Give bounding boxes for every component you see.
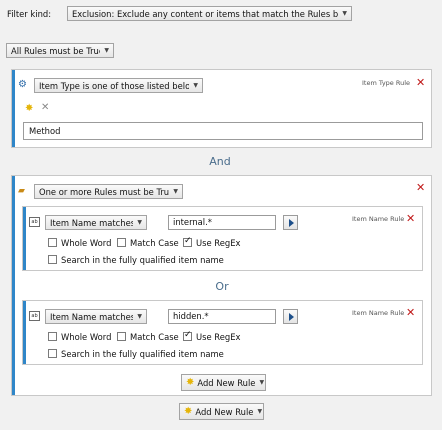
group-folder-icon: ▰ <box>18 186 25 196</box>
whole-word-label: Whole Word <box>61 238 112 248</box>
play-arrow-icon[interactable] <box>283 309 298 324</box>
remove-item-icon[interactable]: ✕ <box>41 102 49 113</box>
play-arrow-icon[interactable] <box>283 215 298 230</box>
sun-add-icon: ✸ <box>186 377 195 388</box>
delete-group-icon[interactable]: ✕ <box>416 182 425 193</box>
chevron-down-icon: ▼ <box>104 47 109 54</box>
rule-type-label: Item Name Rule <box>352 215 405 223</box>
pattern-input[interactable]: internal.* <box>168 215 276 230</box>
group-accent-bar <box>12 176 15 395</box>
fully-qualified-checkbox[interactable] <box>48 349 57 358</box>
filter-kind-label: Filter kind: <box>7 9 52 19</box>
item-type-selector-value: Item Type is one of those listed below <box>39 80 190 91</box>
match-case-label: Match Case <box>130 332 179 342</box>
pattern-value: internal.* <box>173 217 212 227</box>
chevron-down-icon: ▼ <box>193 82 198 89</box>
chevron-down-icon: ▼ <box>137 219 142 226</box>
item-type-list[interactable]: Method <box>23 122 423 140</box>
item-type-selector[interactable]: Item Type is one of those listed below ▼ <box>34 78 203 93</box>
add-rule-button[interactable]: ✸ Add New Rule ▼ <box>179 403 264 420</box>
rule-type-label: Item Type Rule <box>362 79 411 87</box>
item-type-entry[interactable]: Method <box>29 126 60 136</box>
whole-word-checkbox[interactable] <box>48 332 57 341</box>
add-item-icon[interactable]: ✸ <box>25 103 33 114</box>
use-regex-label: Use RegEx <box>196 238 241 248</box>
add-rule-label: Add New Rule <box>197 377 256 388</box>
item-name-rule-panel: ab Item Name matches: ▼ hidden.* Item Na… <box>22 300 423 365</box>
group-combinator-dropdown[interactable]: One or more Rules must be True ▼ <box>34 184 183 199</box>
item-name-rule-icon: ab <box>29 217 40 227</box>
sun-add-icon: ✸ <box>184 406 193 417</box>
add-rule-in-group-button[interactable]: ✸ Add New Rule ▼ <box>181 374 266 391</box>
use-regex-label: Use RegEx <box>196 332 241 342</box>
rule-accent-bar <box>23 207 26 270</box>
delete-rule-icon[interactable]: ✕ <box>416 77 425 88</box>
chevron-down-icon: ▼ <box>342 10 347 17</box>
item-name-match-selector[interactable]: Item Name matches: ▼ <box>45 215 147 230</box>
chevron-down-icon: ▼ <box>173 188 178 195</box>
whole-word-label: Whole Word <box>61 332 112 342</box>
item-name-rule-icon: ab <box>29 311 40 321</box>
filter-kind-dropdown[interactable]: Exclusion: Exclude any content or items … <box>67 6 352 21</box>
item-type-rule-panel: ⚙ Item Type is one of those listed below… <box>11 69 432 148</box>
match-case-label: Match Case <box>130 238 179 248</box>
pattern-value: hidden.* <box>173 311 209 321</box>
group-combinator-value: One or more Rules must be True <box>39 186 170 197</box>
item-name-match-value: Item Name matches: <box>50 311 134 322</box>
chevron-down-icon: ▼ <box>259 379 265 386</box>
use-regex-checkbox[interactable] <box>183 330 192 341</box>
item-name-match-value: Item Name matches: <box>50 217 134 228</box>
top-combinator-value: All Rules must be True <box>11 45 101 56</box>
chevron-down-icon: ▼ <box>257 408 263 415</box>
fully-qualified-checkbox[interactable] <box>48 255 57 264</box>
delete-rule-icon[interactable]: ✕ <box>406 307 415 318</box>
fully-qualified-label: Search in the fully qualified item name <box>61 349 224 359</box>
fully-qualified-label: Search in the fully qualified item name <box>61 255 224 265</box>
match-case-checkbox[interactable] <box>117 332 126 341</box>
item-name-match-selector[interactable]: Item Name matches: ▼ <box>45 309 147 324</box>
add-rule-label: Add New Rule <box>195 406 254 417</box>
use-regex-checkbox[interactable] <box>183 236 192 247</box>
whole-word-checkbox[interactable] <box>48 238 57 247</box>
item-name-rule-panel: ab Item Name matches: ▼ internal.* Item … <box>22 206 423 271</box>
rule-accent-bar <box>12 70 15 147</box>
rule-accent-bar <box>23 301 26 364</box>
chevron-down-icon: ▼ <box>137 313 142 320</box>
item-type-icon: ⚙ <box>18 79 27 90</box>
and-connector: And <box>209 155 231 168</box>
delete-rule-icon[interactable]: ✕ <box>406 213 415 224</box>
filter-kind-value: Exclusion: Exclude any content or items … <box>72 8 339 19</box>
pattern-input[interactable]: hidden.* <box>168 309 276 324</box>
match-case-checkbox[interactable] <box>117 238 126 247</box>
top-combinator-dropdown[interactable]: All Rules must be True ▼ <box>6 43 114 58</box>
or-connector: Or <box>215 280 229 293</box>
rule-group-panel: ▰ One or more Rules must be True ▼ ✕ ab … <box>11 175 432 396</box>
rule-type-label: Item Name Rule <box>352 309 405 317</box>
